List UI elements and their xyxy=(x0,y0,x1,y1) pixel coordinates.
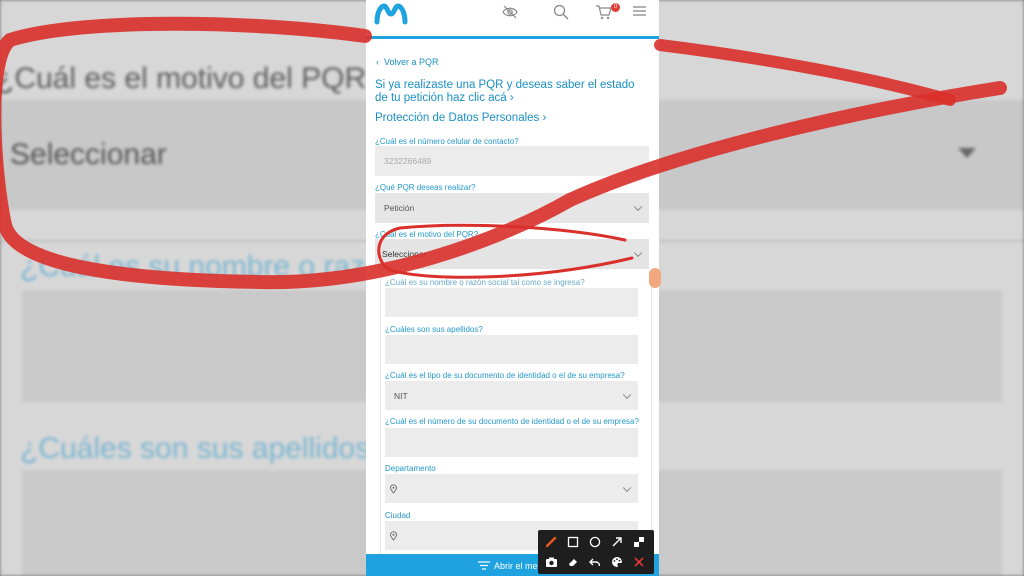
status-link-text: Si ya realizaste una PQR y deseas saber … xyxy=(375,79,635,104)
chevron-right-icon: › xyxy=(509,92,514,104)
phone-screen: 0 ‹ Volver a PQR Si ya realizaste una PQ… xyxy=(366,0,659,576)
nombre-label: ¿Cuál es su nombre o razón social tal co… xyxy=(385,278,585,287)
motivo-label: ¿Cuál es el motivo del PQR? xyxy=(375,230,479,239)
phone-value: 3232266489 xyxy=(384,156,432,166)
chevron-right-icon: › xyxy=(542,112,547,124)
cart-icon[interactable] xyxy=(595,4,612,20)
menu-icon[interactable] xyxy=(632,4,647,18)
motivo-value: Seleccionar xyxy=(382,249,427,259)
section-title-text: Protección de Datos Personales xyxy=(375,112,540,124)
close-icon[interactable] xyxy=(631,554,647,570)
subform-panel: ¿Cuál es su nombre o razón social tal co… xyxy=(380,272,652,554)
doc-type-select[interactable]: NIT xyxy=(385,381,638,410)
apellidos-label: ¿Cuáles son sus apellidos? xyxy=(385,325,483,334)
bg-chevron-icon xyxy=(958,148,976,158)
checker-icon[interactable] xyxy=(631,534,647,550)
apellidos-field[interactable] xyxy=(385,335,638,364)
rectangle-icon[interactable] xyxy=(565,534,581,550)
pqr-type-select[interactable]: Petición xyxy=(375,193,649,223)
motivo-select[interactable]: Seleccionar xyxy=(375,239,649,269)
top-bar: 0 xyxy=(366,0,659,39)
doc-type-value: NIT xyxy=(394,390,408,401)
camera-icon[interactable] xyxy=(543,554,559,570)
cart-badge: 0 xyxy=(611,3,620,12)
departamento-select[interactable] xyxy=(385,474,638,503)
search-icon[interactable] xyxy=(553,4,569,20)
location-pin-icon xyxy=(390,531,397,540)
back-link[interactable]: ‹ Volver a PQR xyxy=(376,57,439,67)
location-pin-icon xyxy=(390,484,397,493)
doc-number-field[interactable] xyxy=(385,428,638,457)
phone-field[interactable]: 3232266489 xyxy=(375,146,649,176)
departamento-label: Departamento xyxy=(385,464,436,473)
section-title-link[interactable]: Protección de Datos Personales › xyxy=(375,112,546,124)
chevron-down-icon xyxy=(633,202,643,212)
chevron-down-icon xyxy=(622,483,632,492)
back-label: Volver a PQR xyxy=(384,57,439,67)
eye-off-icon[interactable] xyxy=(502,4,518,20)
orange-handle[interactable] xyxy=(649,268,661,288)
doc-type-label: ¿Cuál es el tipo de su documento de iden… xyxy=(385,371,625,380)
footer-label: Abrir el me xyxy=(494,561,538,571)
movistar-logo-icon[interactable] xyxy=(374,2,408,26)
phone-label: ¿Cuál es el número celular de contacto? xyxy=(375,137,519,146)
chevron-down-icon xyxy=(622,390,632,399)
pqr-type-label: ¿Qué PQR deseas realizar? xyxy=(375,183,476,192)
chevron-left-icon: ‹ xyxy=(376,57,379,67)
circle-icon[interactable] xyxy=(587,534,603,550)
pqr-type-value: Petición xyxy=(384,203,415,213)
ciudad-label: Ciudad xyxy=(385,511,411,520)
filter-lines-icon xyxy=(478,561,490,570)
doc-number-label: ¿Cuál es el número de su documento de id… xyxy=(385,417,639,426)
eraser-icon[interactable] xyxy=(565,554,581,570)
nombre-field[interactable] xyxy=(385,288,638,317)
bg-question-apellidos: ¿Cuáles son sus apellidos? xyxy=(20,432,387,465)
bg-select-placeholder: Seleccionar xyxy=(10,138,167,171)
arrow-icon[interactable] xyxy=(609,534,625,550)
palette-icon[interactable] xyxy=(609,554,625,570)
chevron-down-icon xyxy=(633,248,643,258)
bg-question-motivo: ¿Cuál es el motivo del PQR? xyxy=(0,62,383,95)
annotation-toolbar xyxy=(538,530,654,574)
form-content: ‹ Volver a PQR Si ya realizaste una PQR … xyxy=(366,39,659,554)
pen-icon[interactable] xyxy=(543,534,559,550)
status-link[interactable]: Si ya realizaste una PQR y deseas saber … xyxy=(375,79,647,105)
undo-icon[interactable] xyxy=(587,554,603,570)
